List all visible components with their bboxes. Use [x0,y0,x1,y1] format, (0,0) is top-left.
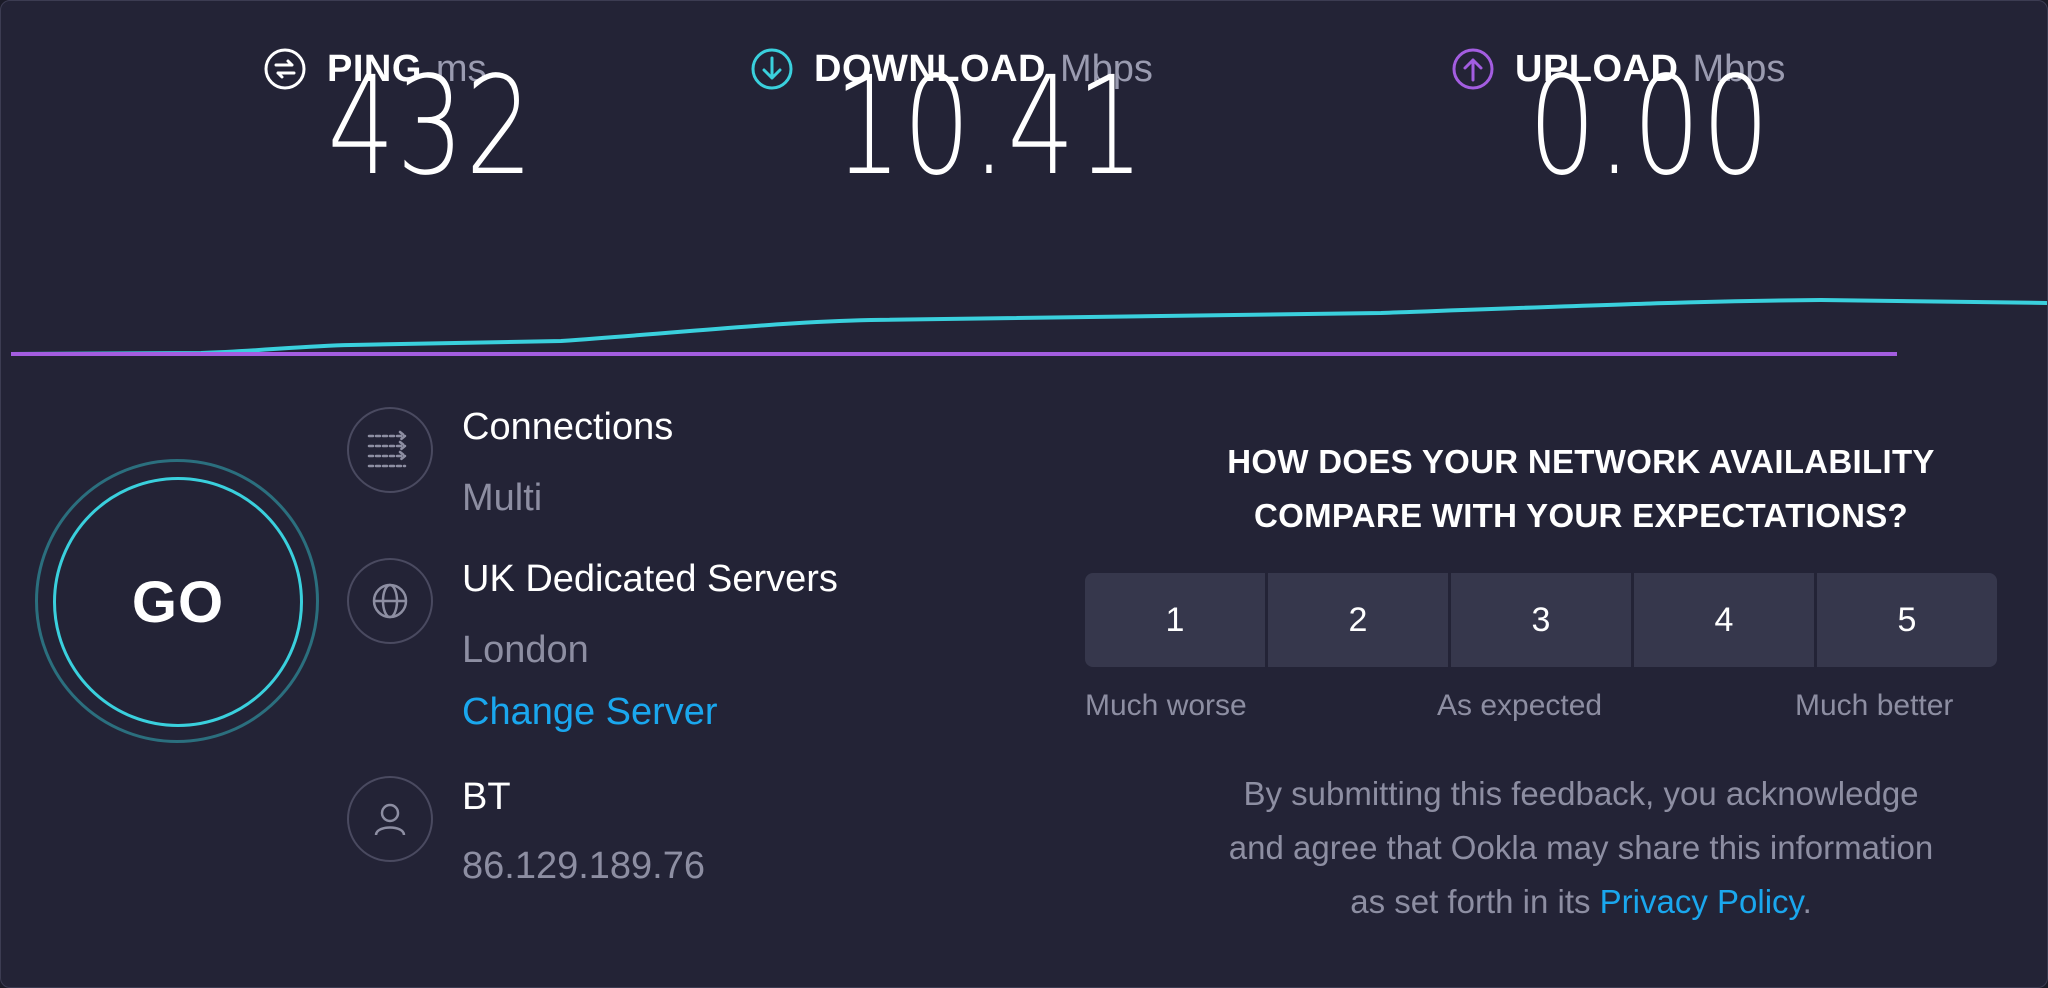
feedback-question: HOW DOES YOUR NETWORK AVAILABILITY COMPA… [1081,435,2047,543]
disclaimer-line3-text: as set forth in its [1350,883,1591,920]
go-button[interactable]: GO [53,477,303,727]
rating-button-3[interactable]: 3 [1451,573,1631,667]
download-arrow-icon [751,48,793,90]
disclaimer-line1: By submitting this feedback, you acknowl… [1243,775,1919,812]
ping-icon [264,48,306,90]
feedback-disclaimer: By submitting this feedback, you acknowl… [1081,767,2047,929]
rating-low-label: Much worse [1085,689,1247,722]
globe-icon [347,558,433,644]
feedback-question-line1: HOW DOES YOUR NETWORK AVAILABILITY [1227,443,1935,480]
connections-icon [347,407,433,493]
disclaimer-line2: and agree that Ookla may share this info… [1228,829,1934,866]
speed-graph [10,297,2047,356]
provider-ip: 86.129.189.76 [462,845,706,887]
upload-value: 0.00 [1528,48,1771,206]
server-name: UK Dedicated Servers [462,558,838,600]
rating-mid-label: As expected [1437,689,1603,722]
feedback-question-line2: COMPARE WITH YOUR EXPECTATIONS? [1253,497,1909,534]
upload-arrow-icon [1452,48,1494,90]
speedtest-panel: PING ms 432 DOWNLOAD Mbps 10.41 UPLOAD M… [0,0,2048,988]
rating-button-1[interactable]: 1 [1085,573,1265,667]
privacy-policy-link[interactable]: Privacy Policy [1600,883,1803,920]
connections-title: Connections [462,406,674,448]
user-icon [347,776,433,862]
rating-button-2[interactable]: 2 [1268,573,1448,667]
rating-high-label: Much better [1795,689,1954,722]
rating-scale: 1 2 3 4 5 [1085,573,1997,667]
server-location: London [462,629,589,671]
disclaimer-line3: as set forth in its Privacy Policy. [1081,875,2047,929]
rating-button-5[interactable]: 5 [1817,573,1997,667]
connections-value: Multi [462,477,543,519]
go-label: GO [131,569,225,635]
download-speed-line [10,297,2047,356]
change-server-link[interactable]: Change Server [462,691,718,734]
ping-value: 432 [327,48,535,206]
provider-name: BT [462,776,511,818]
rating-button-4[interactable]: 4 [1634,573,1814,667]
download-value: 10.41 [834,48,1146,206]
go-button-ring: GO [35,459,319,743]
disclaimer-period: . [1802,883,1812,920]
